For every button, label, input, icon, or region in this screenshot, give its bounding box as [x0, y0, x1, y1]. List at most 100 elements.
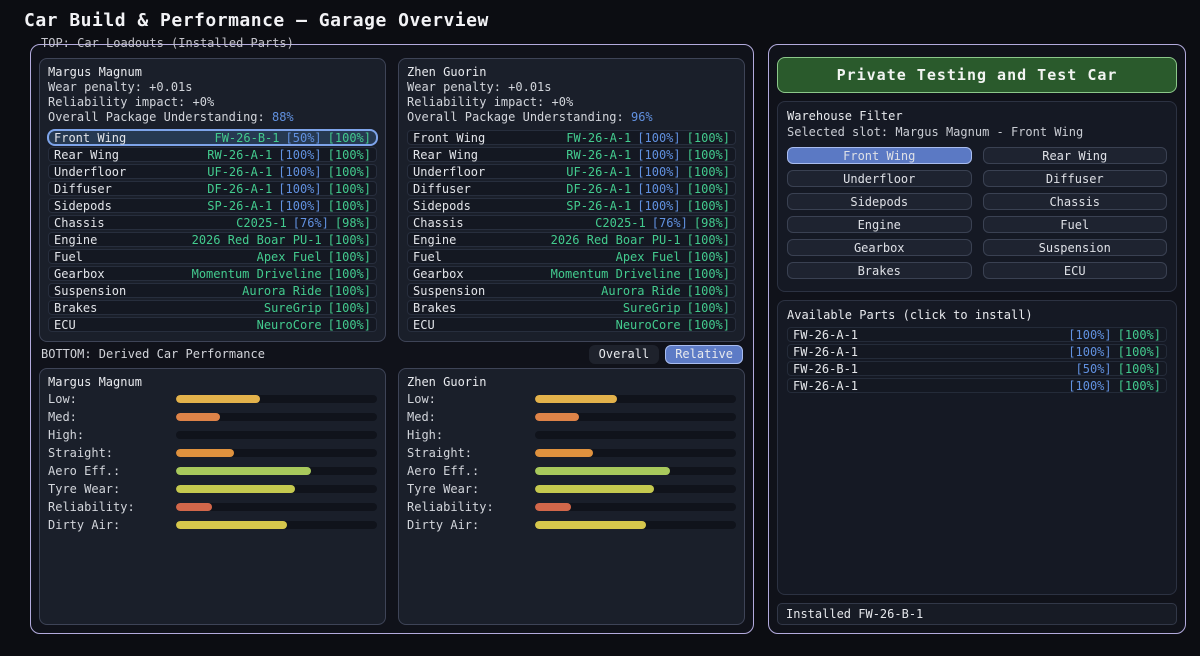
condition-pct: [100%] — [1118, 328, 1161, 342]
available-part-row[interactable]: FW-26-A-1[100%][100%] — [787, 327, 1167, 342]
loadouts-performance-panel: TOP: Car Loadouts (Installed Parts) Marg… — [30, 44, 754, 634]
part-values: [50%][100%] — [1076, 362, 1161, 376]
view-toggle-overall-button[interactable]: Overall — [589, 345, 660, 364]
knowledge-pct: [100%] — [278, 165, 321, 179]
knowledge-pct: [76%] — [293, 216, 329, 230]
condition-pct: [100%] — [328, 233, 371, 247]
filter-underfloor-button[interactable]: Underfloor — [787, 170, 972, 187]
slot-values: RW-26-A-1[100%][100%] — [566, 148, 730, 162]
available-part-row[interactable]: FW-26-A-1[100%][100%] — [787, 344, 1167, 359]
reliability-impact: Reliability impact: +0% — [48, 95, 377, 110]
slot-values: Momentum Driveline[100%] — [192, 267, 371, 281]
part-code: SP-26-A-1 — [207, 199, 272, 213]
bar-label: Dirty Air: — [407, 518, 535, 532]
loadout-row[interactable]: UnderfloorUF-26-A-1[100%][100%] — [407, 164, 736, 179]
wear-penalty: Wear penalty: +0.01s — [407, 80, 736, 95]
condition-pct: [100%] — [687, 284, 730, 298]
slot-label: Brakes — [413, 301, 456, 315]
condition-pct: [100%] — [687, 267, 730, 281]
filter-engine-button[interactable]: Engine — [787, 216, 972, 233]
performance-bars: Low:Med:High:Straight:Aero Eff.:Tyre Wea… — [407, 390, 736, 534]
condition-pct: [100%] — [328, 131, 371, 145]
part-values: [100%][100%] — [1068, 328, 1161, 342]
loadout-row[interactable]: BrakesSureGrip[100%] — [407, 300, 736, 315]
slot-label: Gearbox — [54, 267, 105, 281]
condition-pct: [98%] — [694, 216, 730, 230]
installed-status: Installed FW-26-B-1 — [777, 603, 1177, 625]
view-toggle-relative-button[interactable]: Relative — [665, 345, 743, 364]
bar-track — [535, 467, 736, 475]
loadout-row[interactable]: ChassisC2025-1[76%][98%] — [48, 215, 377, 230]
part-name: FW-26-B-1 — [793, 362, 858, 376]
bar-track — [535, 449, 736, 457]
loadout-row[interactable]: DiffuserDF-26-A-1[100%][100%] — [48, 181, 377, 196]
bar-track — [535, 521, 736, 529]
bar-track — [176, 431, 377, 439]
loadout-row[interactable]: Front WingFW-26-B-1[50%][100%] — [48, 130, 377, 145]
loadout-row[interactable]: Gearbox Momentum Driveline[100%] — [48, 266, 377, 281]
slot-label: Chassis — [413, 216, 464, 230]
filter-rear-wing-button[interactable]: Rear Wing — [983, 147, 1168, 164]
filter-brakes-button[interactable]: Brakes — [787, 262, 972, 279]
loadout-row[interactable]: ECUNeuroCore[100%] — [407, 317, 736, 332]
understanding-label: Overall Package Understanding: — [48, 110, 272, 124]
private-testing-button[interactable]: Private Testing and Test Car — [777, 57, 1177, 93]
bar-fill — [176, 503, 212, 511]
understanding-value: 96% — [631, 110, 653, 124]
loadout-row[interactable]: Front WingFW-26-A-1[100%][100%] — [407, 130, 736, 145]
part-code: C2025-1 — [595, 216, 646, 230]
loadout-row[interactable]: Underfloor UF-26-A-1[100%][100%] — [48, 164, 377, 179]
filter-ecu-button[interactable]: ECU — [983, 262, 1168, 279]
bar-label: Tyre Wear: — [407, 482, 535, 496]
loadout-row[interactable]: Rear Wing RW-26-A-1[100%][100%] — [407, 147, 736, 162]
bar-fill — [176, 467, 311, 475]
loadout-row[interactable]: SuspensionAurora Ride[100%] — [48, 283, 377, 298]
performance-bar-row: High: — [407, 426, 736, 444]
filter-gearbox-button[interactable]: Gearbox — [787, 239, 972, 256]
available-part-row[interactable]: FW-26-A-1[100%][100%] — [787, 378, 1167, 393]
filter-sidepods-button[interactable]: Sidepods — [787, 193, 972, 210]
slot-values: C2025-1[76%][98%] — [236, 216, 371, 230]
loadout-row[interactable]: SidepodsSP-26-A-1[100%][100%] — [48, 198, 377, 213]
filter-chassis-button[interactable]: Chassis — [983, 193, 1168, 210]
part-code: Momentum Driveline — [551, 267, 681, 281]
page-title: Car Build & Performance — Garage Overvie… — [24, 10, 489, 31]
loadout-card-margus: Margus Magnum Wear penalty: +0.01s Relia… — [39, 58, 386, 342]
available-part-row[interactable]: FW-26-B-1 [50%][100%] — [787, 361, 1167, 376]
filter-fuel-button[interactable]: Fuel — [983, 216, 1168, 233]
filter-diffuser-button[interactable]: Diffuser — [983, 170, 1168, 187]
slot-label: Rear Wing — [413, 148, 478, 162]
bar-label: Reliability: — [407, 500, 535, 514]
loadout-row[interactable]: Engine2026 Red Boar PU-1[100%] — [48, 232, 377, 247]
condition-pct: [100%] — [328, 301, 371, 315]
slot-label: Front Wing — [54, 131, 126, 145]
part-code: UF-26-A-1 — [566, 165, 631, 179]
loadout-row[interactable]: FuelApex Fuel[100%] — [407, 249, 736, 264]
loadout-row[interactable]: SuspensionAurora Ride[100%] — [407, 283, 736, 298]
slot-label: Underfloor — [54, 165, 126, 179]
loadout-row[interactable]: BrakesSureGrip[100%] — [48, 300, 377, 315]
loadout-row[interactable]: Rear WingRW-26-A-1[100%][100%] — [48, 147, 377, 162]
loadout-row[interactable]: DiffuserDF-26-A-1[100%][100%] — [407, 181, 736, 196]
loadout-row[interactable]: Fuel Apex Fuel[100%] — [48, 249, 377, 264]
knowledge-pct: [76%] — [652, 216, 688, 230]
slot-label: Diffuser — [413, 182, 471, 196]
loadout-row[interactable]: SidepodsSP-26-A-1[100%][100%] — [407, 198, 736, 213]
slot-values: C2025-1 [76%] [98%] — [595, 216, 730, 230]
bar-track — [176, 449, 377, 457]
bar-label: Aero Eff.: — [48, 464, 176, 478]
loadout-row[interactable]: GearboxMomentum Driveline[100%] — [407, 266, 736, 281]
loadout-row[interactable]: ECUNeuroCore[100%] — [48, 317, 377, 332]
filter-suspension-button[interactable]: Suspension — [983, 239, 1168, 256]
slot-values: Apex Fuel[100%] — [257, 250, 371, 264]
slot-label: Fuel — [54, 250, 83, 264]
knowledge-pct: [50%] — [286, 131, 322, 145]
bar-label: High: — [48, 428, 176, 442]
loadout-row[interactable]: Chassis C2025-1 [76%] [98%] — [407, 215, 736, 230]
bar-fill — [176, 449, 234, 457]
slot-values: UF-26-A-1[100%][100%] — [207, 165, 371, 179]
condition-pct: [100%] — [328, 148, 371, 162]
slot-label: Underfloor — [413, 165, 485, 179]
loadout-row[interactable]: Engine2026 Red Boar PU-1[100%] — [407, 232, 736, 247]
filter-front-wing-button[interactable]: Front Wing — [787, 147, 972, 164]
